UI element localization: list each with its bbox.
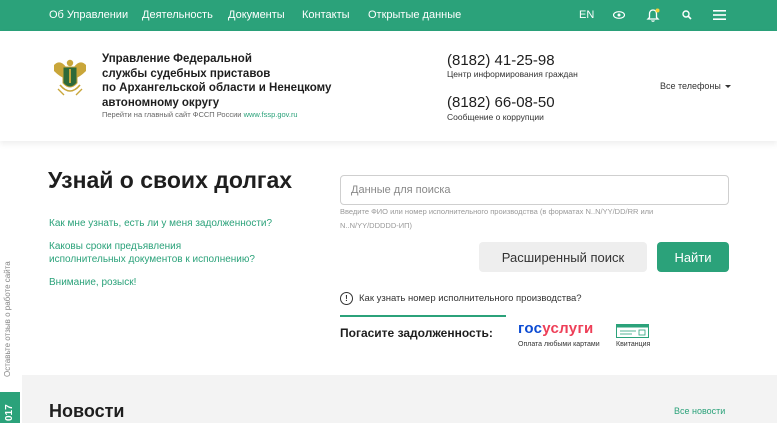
receipt-label[interactable]: Квитанция: [616, 341, 650, 348]
all-phones-dropdown[interactable]: Все телефоны: [660, 81, 731, 91]
faq-link-deadlines[interactable]: Каковы сроки предъявления исполнительных…: [49, 240, 259, 266]
search-hint: Введите ФИО или номер исполнительного пр…: [340, 207, 654, 230]
phone-info-center[interactable]: (8182) 41-25-98: [447, 52, 555, 69]
phone-corruption-label: Сообщение о коррупции: [447, 112, 544, 122]
main-site-link[interactable]: Перейти на главный сайт ФССП России www.…: [102, 110, 298, 119]
nav-documents[interactable]: Документы: [228, 9, 285, 21]
search-icon[interactable]: [678, 6, 696, 24]
faq-link-debt-check[interactable]: Как мне узнать, есть ли у меня задолженн…: [49, 217, 289, 230]
nav-contacts[interactable]: Контакты: [302, 9, 350, 21]
pay-section-underline: [340, 315, 506, 317]
menu-icon[interactable]: [710, 6, 728, 24]
advanced-search-button[interactable]: Расширенный поиск: [479, 242, 647, 272]
eye-icon[interactable]: [610, 6, 628, 24]
fssp-emblem-icon[interactable]: [50, 55, 90, 99]
exclamation-icon: !: [340, 292, 353, 305]
news-section: Новости Все новости: [22, 375, 777, 423]
language-switch[interactable]: EN: [579, 9, 594, 21]
find-button[interactable]: Найти: [657, 242, 729, 272]
organization-title[interactable]: Управление Федеральной службы судебных п…: [102, 52, 332, 110]
nav-about[interactable]: Об Управлении: [49, 9, 128, 21]
receipt-icon[interactable]: [616, 324, 649, 338]
gosuslugi-logo[interactable]: госуслуги: [518, 320, 594, 337]
site-feedback-link[interactable]: Оставьте отзыв о работе сайта: [3, 261, 12, 377]
phone-corruption[interactable]: (8182) 66-08-50: [447, 94, 555, 111]
case-number-help-link[interactable]: Как узнать номер исполнительного произво…: [359, 293, 582, 304]
all-news-link[interactable]: Все новости: [674, 406, 725, 416]
search-input[interactable]: [340, 175, 729, 205]
main-site-url[interactable]: www.fssp.gov.ru: [244, 110, 298, 119]
side-badge[interactable]: 017: [0, 392, 20, 423]
news-title: Новости: [49, 401, 125, 421]
site-header: Управление Федеральной службы судебных п…: [0, 31, 777, 141]
gosuslugi-sub-label: Оплата любыми картами: [518, 341, 600, 348]
bell-icon[interactable]: [644, 6, 662, 24]
phone-info-center-label: Центр информирования граждан: [447, 69, 578, 79]
faq-link-wanted[interactable]: Внимание, розыск!: [49, 276, 289, 289]
pay-debt-label: Погасите задолженность:: [340, 326, 493, 340]
page-title: Узнай о своих долгах: [48, 167, 293, 193]
nav-activity[interactable]: Деятельность: [142, 9, 213, 21]
caret-down-icon: [724, 85, 731, 89]
top-navigation: Об Управлении Деятельность Документы Кон…: [0, 0, 777, 31]
nav-open-data[interactable]: Открытые данные: [368, 9, 461, 21]
